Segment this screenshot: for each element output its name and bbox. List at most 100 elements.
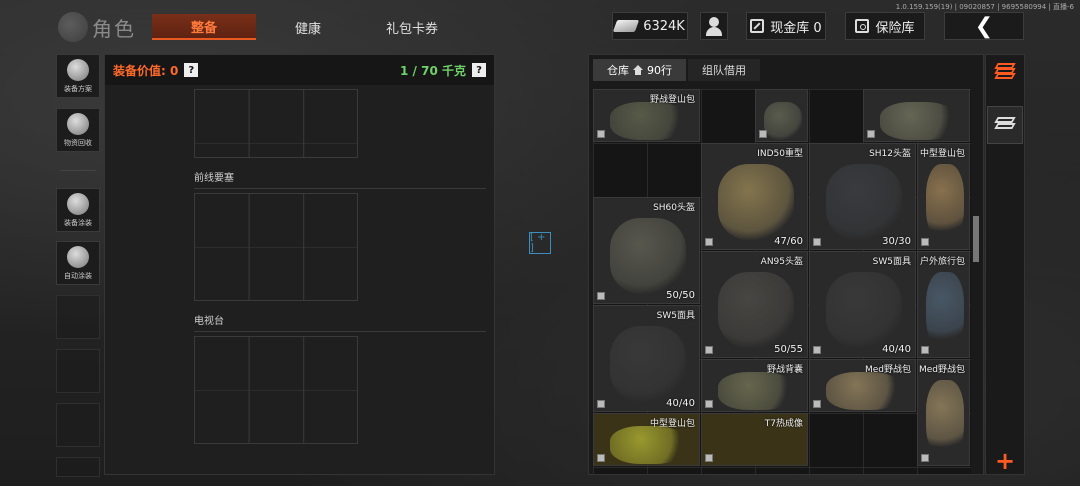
container-slot-grid[interactable] [194, 89, 358, 158]
paint-icon [67, 193, 89, 215]
cash-vault-button[interactable]: 现金库 0 [746, 12, 826, 40]
tab-gear[interactable]: 整备 [152, 14, 256, 40]
sidebar-divider [60, 170, 96, 171]
gear-header: 装备价值: 0 ? 1 / 70 千克 ? [105, 55, 494, 85]
item-durability: 50/50 [666, 290, 695, 301]
warehouse-item[interactable]: SH60头盔 50/50 [593, 197, 700, 304]
recycle-icon [67, 113, 89, 135]
tab-warehouse-count: 90行 [647, 64, 672, 77]
auto-paint-icon [67, 246, 89, 268]
help-icon[interactable]: ? [472, 63, 486, 77]
item-name: 中型登山包 [649, 419, 695, 429]
safe-button[interactable]: 保险库 [845, 12, 925, 40]
item-image [610, 426, 686, 464]
add-button[interactable]: + [987, 442, 1023, 480]
item-durability: 40/40 [882, 344, 911, 355]
sidebar-item-label: 物资回收 [64, 139, 92, 147]
container-slot-grid[interactable] [194, 193, 358, 301]
tab-gifts[interactable]: 礼包卡券 [368, 14, 456, 40]
cube-icon [759, 130, 767, 138]
sidebar-item-paint[interactable]: 装备涂装 [56, 188, 100, 232]
item-image [718, 164, 794, 240]
plus-icon: + [994, 447, 1016, 475]
warehouse-item[interactable]: SW5面具 40/40 [593, 305, 700, 412]
gear-panel: 装备价值: 0 ? 1 / 70 千克 ? 前线要塞 电视台 [104, 54, 495, 475]
home-icon [633, 65, 643, 75]
warehouse-item[interactable]: AN95头盔 50/55 [701, 251, 808, 358]
item-name: Med野战包 [864, 365, 911, 375]
item-image [610, 218, 686, 294]
warehouse-item[interactable]: SH12头盔 30/30 [809, 143, 916, 250]
warehouse-item[interactable]: Med野战包 [809, 359, 916, 412]
cash-vault-label: 现金库 0 [770, 20, 822, 36]
sidebar-item-recycle[interactable]: 物资回收 [56, 108, 100, 152]
warehouse-panel: 仓库 90行 组队借用 野战登山包 IND50重型 47/60 SH12头盔 30/30… [588, 54, 984, 475]
item-name: IND50重型 [757, 149, 803, 159]
sidebar-item-auto-paint[interactable]: 自动涂装 [56, 241, 100, 285]
cash-icon [750, 19, 765, 33]
currency-display[interactable]: 6324K [612, 12, 688, 40]
item-durability: 40/40 [666, 398, 695, 409]
warehouse-item[interactable]: Med野战包 [917, 359, 970, 466]
cube-icon [813, 346, 821, 354]
item-name: SH12头盔 [869, 149, 911, 159]
stack-icon [994, 117, 1016, 133]
sidebar-item-loadout[interactable]: 装备方案 [56, 54, 100, 98]
warehouse-item[interactable] [755, 89, 808, 142]
cube-icon [597, 292, 605, 300]
back-button[interactable]: ❮ [944, 12, 1024, 40]
cube-icon [597, 130, 605, 138]
section-title: 电视台 [194, 312, 486, 332]
warehouse-item[interactable]: 中型登山包 [593, 413, 700, 466]
sort-button[interactable] [987, 52, 1023, 90]
item-durability: 47/60 [774, 236, 803, 247]
transfer-indicator[interactable]: [ + ] [529, 232, 551, 254]
cube-icon [705, 454, 713, 462]
cube-icon [705, 400, 713, 408]
container-slot-grid[interactable] [194, 336, 358, 444]
warehouse-item[interactable]: IND50重型 47/60 [701, 143, 808, 250]
warehouse-item[interactable]: 野战登山包 [593, 89, 700, 142]
warehouse-item[interactable]: 中型登山包 [917, 143, 970, 250]
item-image [826, 272, 902, 348]
item-name: Med野战包 [918, 365, 965, 375]
chevron-left-icon: ❮ [974, 13, 994, 39]
warehouse-grid[interactable]: 野战登山包 IND50重型 47/60 SH12头盔 30/30 中型登山包 SH60头盔 5… [593, 89, 971, 474]
sidebar-item-label: 自动涂装 [64, 272, 92, 280]
cube-icon [921, 238, 929, 246]
item-image [764, 102, 802, 140]
loadout-icon [67, 59, 89, 81]
item-name: 中型登山包 [919, 149, 965, 159]
warehouse-tabs: 仓库 90行 组队借用 [589, 55, 983, 85]
sidebar-item-label: 装备方案 [64, 85, 92, 93]
sidebar-empty-slot [56, 349, 100, 393]
warehouse-item[interactable]: 户外旅行包 [917, 251, 970, 358]
section-title: 前线要塞 [194, 169, 486, 189]
sidebar-empty-slot [56, 295, 100, 339]
item-name: SW5面具 [872, 257, 911, 267]
stack-button[interactable] [987, 106, 1023, 144]
cube-icon [705, 238, 713, 246]
warehouse-item[interactable]: T7热成像 [701, 413, 808, 466]
cube-icon [867, 130, 875, 138]
warehouse-item[interactable] [863, 89, 970, 142]
item-image [718, 372, 794, 410]
cube-icon [705, 346, 713, 354]
cube-icon [597, 454, 605, 462]
version-info: 1.0.159.159(19) | 09020857 | 9695580994 … [895, 3, 1074, 11]
warehouse-item[interactable]: 野战背囊 [701, 359, 808, 412]
item-durability: 50/55 [774, 344, 803, 355]
scrollbar[interactable] [973, 216, 979, 262]
sidebar-item-label: 装备涂装 [64, 219, 92, 227]
tab-team-borrow[interactable]: 组队借用 [688, 59, 760, 81]
agent-button[interactable] [700, 12, 728, 40]
cube-icon [813, 238, 821, 246]
help-icon[interactable]: ? [184, 63, 199, 77]
tab-warehouse[interactable]: 仓库 90行 [593, 59, 686, 81]
gear-weight-label: 1 / 70 千克 [400, 63, 466, 78]
warehouse-item[interactable]: SW5面具 40/40 [809, 251, 916, 358]
tab-health[interactable]: 健康 [268, 14, 348, 40]
item-name: 野战登山包 [649, 95, 695, 105]
item-name: SW5面具 [656, 311, 695, 321]
gear-weight: 1 / 70 千克 ? [400, 62, 486, 79]
